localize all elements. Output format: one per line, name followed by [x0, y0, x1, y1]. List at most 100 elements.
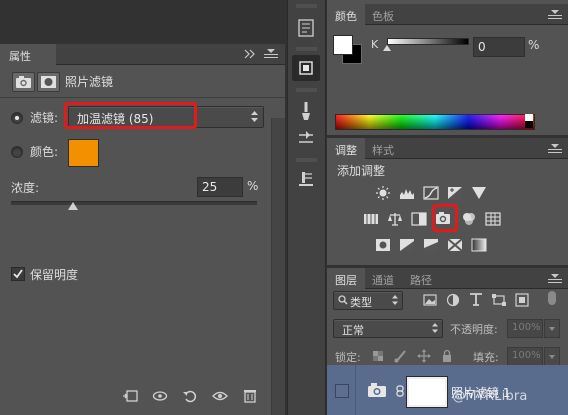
filter-label: 滤镜:	[30, 111, 59, 125]
lock-transparent-pixels-icon[interactable]	[370, 349, 386, 363]
select-arrows-icon	[392, 295, 398, 305]
opacity-value: 100%	[512, 322, 541, 333]
threshold-icon[interactable]	[423, 238, 439, 252]
properties-panel: 属性 照片滤镜 滤镜: 加温滤镜 (85) 颜色: 浓度: 25 % 保留明度	[0, 44, 285, 415]
color-balance-icon[interactable]	[387, 212, 403, 226]
filter-pixel-layers-icon[interactable]	[422, 293, 438, 307]
dock-grip[interactable]	[288, 4, 325, 8]
preserve-luminosity-checkbox[interactable]	[11, 267, 25, 281]
channel-mixer-icon[interactable]	[461, 212, 477, 226]
color-swatch[interactable]	[68, 139, 99, 167]
tab-channels[interactable]: 通道	[365, 268, 403, 289]
adjustment-layer-icon	[367, 382, 387, 398]
tab-color-label: 颜色	[335, 10, 357, 23]
fill-input[interactable]: 100%	[507, 347, 543, 366]
layer-kind-filter-select[interactable]: 类型	[333, 291, 403, 310]
tab-paths[interactable]: 路径	[403, 268, 441, 289]
hue-saturation-icon[interactable]	[363, 212, 379, 226]
density-input[interactable]: 25	[197, 177, 243, 197]
lock-all-icon[interactable]	[439, 349, 455, 363]
add-adjustment-label: 添加调整	[337, 164, 386, 178]
brush-panel-icon[interactable]	[292, 98, 320, 124]
watermark: CSDN @MYRLibra	[410, 389, 528, 404]
filter-shape-layers-icon[interactable]	[491, 293, 507, 307]
density-value: 25	[202, 180, 218, 194]
opacity-input[interactable]: 100%	[507, 319, 543, 338]
density-label: 浓度:	[11, 181, 40, 195]
filter-radio[interactable]	[11, 112, 23, 124]
panel-menu-icon[interactable]	[548, 10, 562, 20]
visibility-eye-icon[interactable]	[212, 389, 228, 403]
density-slider-track[interactable]	[11, 201, 257, 205]
lock-position-icon[interactable]	[416, 349, 432, 363]
panel-menu-icon[interactable]	[264, 49, 278, 59]
posterize-icon[interactable]	[399, 238, 415, 252]
k-value-input[interactable]: 0	[473, 37, 525, 57]
chain-link-icon[interactable]	[395, 385, 405, 397]
filter-type-layers-icon[interactable]	[468, 292, 484, 306]
adjustments-tab-bar: 调整 样式	[327, 138, 568, 159]
black-white-icon[interactable]	[411, 212, 427, 226]
clip-to-layer-icon[interactable]	[122, 389, 138, 403]
color-spectrum-bar[interactable]	[335, 114, 535, 130]
blend-mode-value: 正常	[342, 324, 364, 337]
tab-styles[interactable]: 样式	[365, 138, 403, 159]
brush-presets-icon[interactable]	[292, 126, 320, 152]
panel-menu-icon[interactable]	[548, 144, 562, 154]
search-icon	[338, 295, 348, 305]
dock-grip[interactable]	[288, 158, 325, 162]
black-white-swatch[interactable]	[525, 114, 533, 128]
layer-visibility-toggle[interactable]	[335, 384, 349, 398]
filter-smart-objects-icon[interactable]	[514, 293, 530, 307]
density-slider-thumb[interactable]	[67, 202, 78, 210]
panel-menu-icon[interactable]	[548, 274, 562, 284]
levels-icon[interactable]	[399, 186, 415, 200]
color-label: 颜色:	[30, 145, 59, 159]
filter-toggle-switch[interactable]	[548, 291, 556, 305]
color-radio[interactable]	[11, 146, 23, 158]
selective-color-icon[interactable]	[447, 238, 463, 252]
layers-tab-bar: 图层 通道 路径	[327, 268, 568, 289]
tab-styles-label: 样式	[372, 144, 394, 157]
opacity-dropdown-button[interactable]	[544, 319, 560, 338]
properties-panel-icon[interactable]	[292, 55, 320, 81]
trash-icon[interactable]	[242, 389, 258, 403]
k-slider-thumb[interactable]	[383, 45, 391, 51]
history-panel-icon[interactable]	[292, 15, 320, 41]
invert-icon[interactable]	[375, 238, 391, 252]
brightness-contrast-icon[interactable]	[375, 186, 391, 200]
curves-icon[interactable]	[423, 186, 439, 200]
tab-properties-label: 属性	[9, 50, 31, 63]
reset-icon[interactable]	[182, 389, 198, 403]
k-value: 0	[478, 40, 486, 54]
vibrance-icon[interactable]	[471, 186, 487, 200]
tab-adjustments[interactable]: 调整	[327, 138, 365, 159]
layer-kind-filter-value: 类型	[350, 296, 372, 309]
filter-adjustment-layers-icon[interactable]	[445, 293, 461, 307]
dock-grip[interactable]	[288, 88, 325, 92]
dock-grip[interactable]	[288, 47, 325, 51]
k-channel-label: K	[371, 38, 379, 51]
layer-mask-icon[interactable]	[37, 72, 60, 92]
foreground-color-swatch[interactable]	[333, 35, 353, 55]
layer-row-divider	[355, 365, 356, 415]
fill-value: 100%	[512, 350, 541, 361]
tab-swatches[interactable]: 色板	[365, 4, 403, 25]
tab-color[interactable]: 颜色	[327, 4, 365, 25]
photo-filter-annotation-box	[432, 204, 458, 232]
properties-scrollbar[interactable]	[271, 118, 285, 415]
tab-swatches-label: 色板	[372, 10, 394, 23]
color-lookup-icon[interactable]	[485, 212, 501, 226]
tab-layers[interactable]: 图层	[327, 268, 365, 289]
k-slider[interactable]	[387, 38, 469, 45]
blend-mode-select[interactable]: 正常	[333, 319, 443, 338]
collapse-icon[interactable]	[244, 49, 256, 59]
paragraph-panel-icon[interactable]	[292, 166, 320, 192]
fill-dropdown-button[interactable]	[544, 347, 560, 366]
view-previous-state-icon[interactable]	[152, 389, 168, 403]
exposure-icon[interactable]	[447, 186, 463, 200]
lock-image-pixels-icon[interactable]	[393, 349, 409, 363]
tab-channels-label: 通道	[372, 274, 394, 287]
tab-properties[interactable]: 属性	[0, 44, 56, 65]
gradient-map-icon[interactable]	[471, 238, 487, 252]
